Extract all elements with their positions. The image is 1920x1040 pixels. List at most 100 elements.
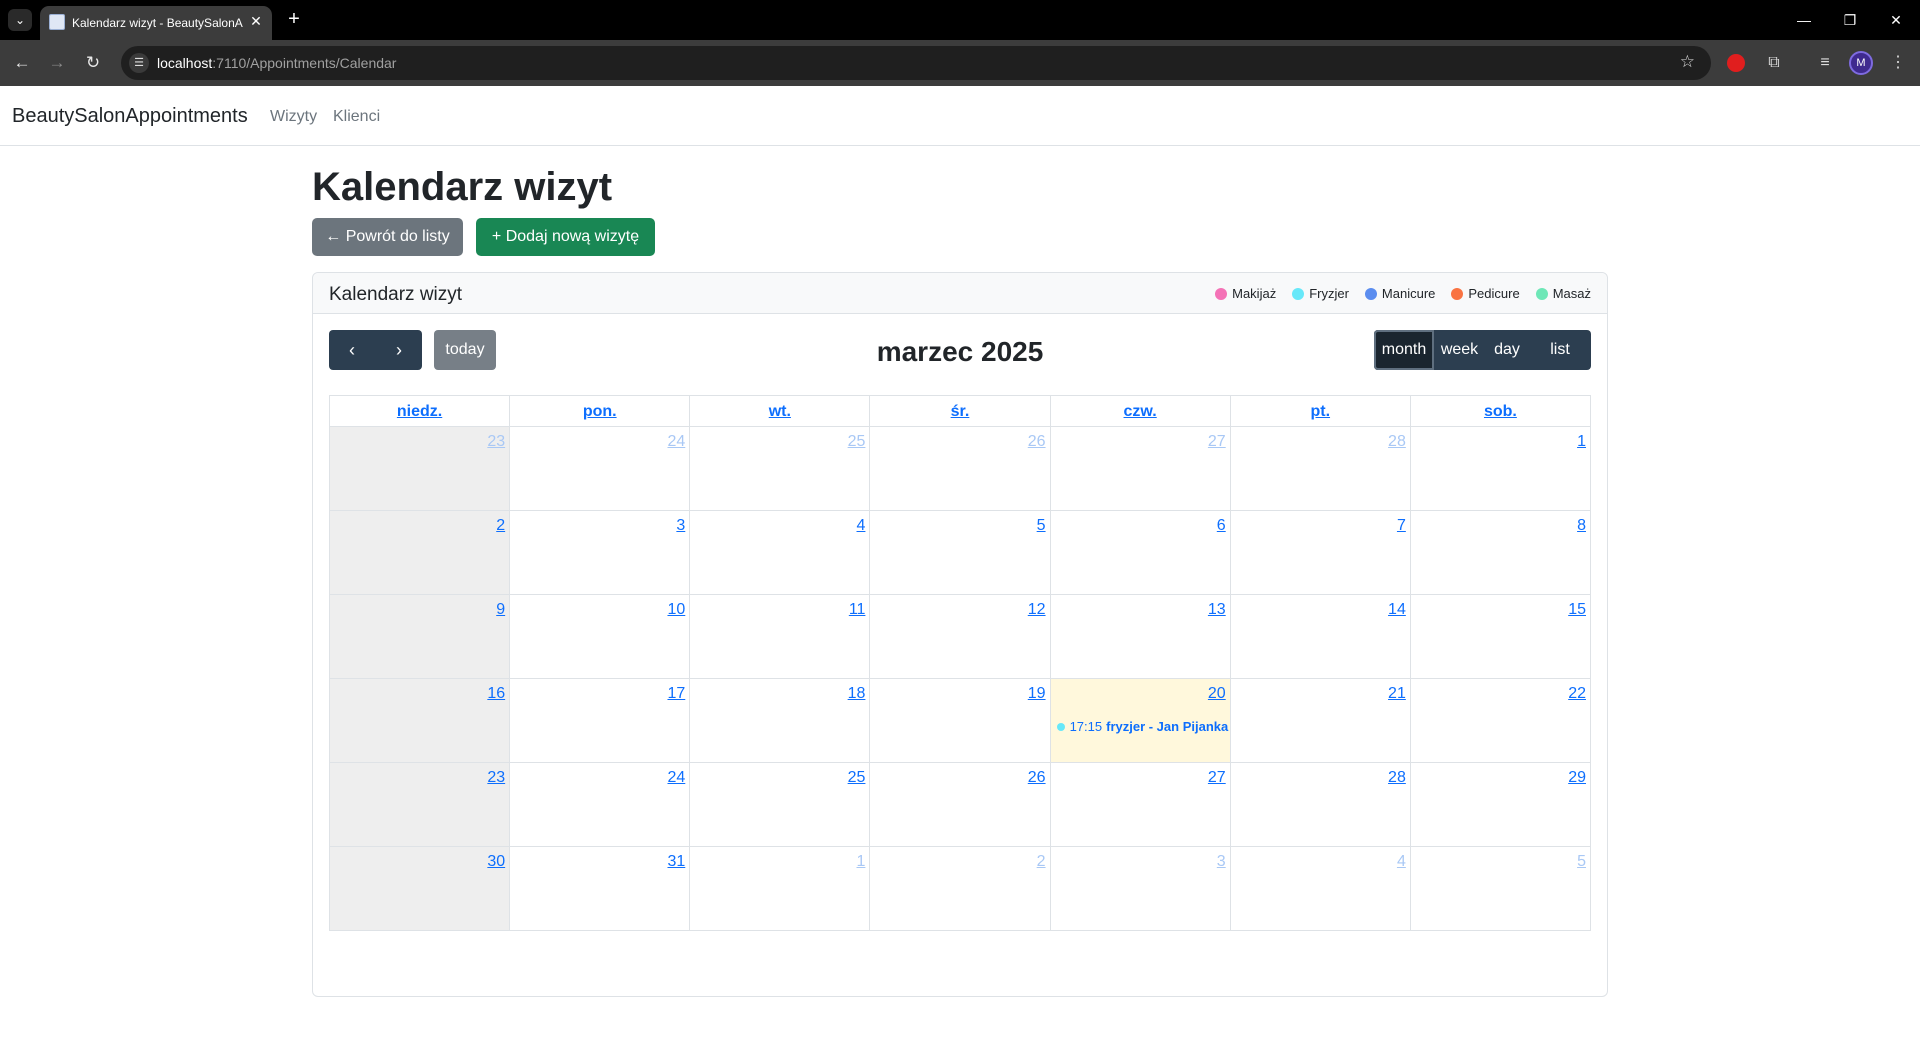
day-cell[interactable]: 16 xyxy=(330,679,511,763)
day-cell[interactable]: 23 xyxy=(330,763,511,847)
back-icon[interactable]: ← xyxy=(10,51,34,75)
day-cell[interactable]: 13 xyxy=(1050,595,1231,679)
day-number-link[interactable]: 23 xyxy=(487,769,505,787)
day-number-link[interactable]: 1 xyxy=(857,853,866,871)
day-number-link[interactable]: 3 xyxy=(1217,853,1226,871)
day-number-link[interactable]: 23 xyxy=(487,433,505,451)
day-cell[interactable]: 24 xyxy=(510,763,691,847)
media-control-icon[interactable]: ≡ xyxy=(1813,51,1837,75)
day-cell[interactable]: 28 xyxy=(1230,763,1411,847)
day-number-link[interactable]: 5 xyxy=(1037,517,1046,535)
day-number-link[interactable]: 25 xyxy=(848,433,866,451)
view-day-button[interactable]: day xyxy=(1485,330,1529,370)
day-header[interactable]: czw. xyxy=(1050,396,1231,427)
day-cell[interactable]: 4 xyxy=(1230,847,1411,931)
day-number-link[interactable]: 27 xyxy=(1208,769,1226,787)
day-header[interactable]: pon. xyxy=(510,396,691,427)
day-cell[interactable]: 22 xyxy=(1410,679,1591,763)
day-header[interactable]: pt. xyxy=(1230,396,1411,427)
day-number-link[interactable]: 30 xyxy=(487,853,505,871)
site-info-icon[interactable]: ☰ xyxy=(129,53,149,73)
nav-link-wizyty[interactable]: Wizyty xyxy=(270,108,317,126)
day-number-link[interactable]: 3 xyxy=(676,517,685,535)
day-cell[interactable]: 30 xyxy=(330,847,511,931)
day-number-link[interactable]: 14 xyxy=(1388,601,1406,619)
new-tab-icon[interactable]: + xyxy=(283,9,305,31)
day-cell[interactable]: 23 xyxy=(330,427,511,511)
day-number-link[interactable]: 12 xyxy=(1028,601,1046,619)
day-number-link[interactable]: 9 xyxy=(496,601,505,619)
day-cell[interactable]: 25 xyxy=(690,427,871,511)
nav-link-klienci[interactable]: Klienci xyxy=(333,108,380,126)
day-cell[interactable]: 31 xyxy=(510,847,691,931)
reload-icon[interactable]: ↻ xyxy=(81,51,105,75)
day-cell[interactable]: 12 xyxy=(870,595,1051,679)
day-cell[interactable]: 10 xyxy=(510,595,691,679)
day-cell[interactable]: 27 xyxy=(1050,427,1231,511)
day-cell[interactable]: 8 xyxy=(1410,511,1591,595)
day-number-link[interactable]: 28 xyxy=(1388,769,1406,787)
day-number-link[interactable]: 20 xyxy=(1208,685,1226,703)
day-number-link[interactable]: 27 xyxy=(1208,433,1226,451)
day-cell[interactable]: 1 xyxy=(1410,427,1591,511)
day-number-link[interactable]: 2 xyxy=(496,517,505,535)
day-number-link[interactable]: 22 xyxy=(1568,685,1586,703)
menu-kebab-icon[interactable]: ⋮ xyxy=(1886,51,1910,75)
day-number-link[interactable]: 6 xyxy=(1217,517,1226,535)
day-cell[interactable]: 14 xyxy=(1230,595,1411,679)
day-cell[interactable]: 27 xyxy=(1050,763,1231,847)
tab-search-icon[interactable]: ⌄ xyxy=(8,9,32,31)
day-cell[interactable]: 1 xyxy=(690,847,871,931)
day-number-link[interactable]: 17 xyxy=(667,685,685,703)
day-number-link[interactable]: 24 xyxy=(667,433,685,451)
day-number-link[interactable]: 11 xyxy=(849,601,866,619)
day-number-link[interactable]: 8 xyxy=(1577,517,1586,535)
day-cell[interactable]: 5 xyxy=(1410,847,1591,931)
day-cell[interactable]: 2 xyxy=(330,511,511,595)
day-cell[interactable]: 4 xyxy=(690,511,871,595)
day-cell[interactable]: 21 xyxy=(1230,679,1411,763)
view-week-button[interactable]: week xyxy=(1434,330,1485,370)
day-number-link[interactable]: 28 xyxy=(1388,433,1406,451)
day-cell[interactable]: 6 xyxy=(1050,511,1231,595)
day-cell[interactable]: 11 xyxy=(690,595,871,679)
browser-tab[interactable]: Kalendarz wizyt - BeautySalonA ✕ xyxy=(40,6,272,40)
day-cell[interactable]: 7 xyxy=(1230,511,1411,595)
day-number-link[interactable]: 31 xyxy=(667,853,685,871)
day-number-link[interactable]: 5 xyxy=(1577,853,1586,871)
view-list-button[interactable]: list xyxy=(1529,330,1591,370)
close-tab-icon[interactable]: ✕ xyxy=(248,13,264,29)
day-cell[interactable]: 15 xyxy=(1410,595,1591,679)
day-cell[interactable]: 3 xyxy=(1050,847,1231,931)
day-cell[interactable]: 26 xyxy=(870,763,1051,847)
day-number-link[interactable]: 4 xyxy=(857,517,866,535)
day-number-link[interactable]: 1 xyxy=(1577,433,1586,451)
day-number-link[interactable]: 7 xyxy=(1397,517,1406,535)
day-cell[interactable]: 19 xyxy=(870,679,1051,763)
day-cell[interactable]: 3 xyxy=(510,511,691,595)
day-cell[interactable]: 18 xyxy=(690,679,871,763)
day-number-link[interactable]: 21 xyxy=(1388,685,1406,703)
day-cell[interactable]: 25 xyxy=(690,763,871,847)
day-number-link[interactable]: 4 xyxy=(1397,853,1406,871)
view-month-button[interactable]: month xyxy=(1374,330,1434,370)
close-window-icon[interactable]: ✕ xyxy=(1884,8,1908,32)
day-number-link[interactable]: 10 xyxy=(667,601,685,619)
day-cell[interactable]: 5 xyxy=(870,511,1051,595)
bookmark-star-icon[interactable]: ☆ xyxy=(1680,52,1695,72)
day-number-link[interactable]: 26 xyxy=(1028,769,1046,787)
day-number-link[interactable]: 24 xyxy=(667,769,685,787)
day-cell[interactable]: 29 xyxy=(1410,763,1591,847)
day-number-link[interactable]: 29 xyxy=(1568,769,1586,787)
day-number-link[interactable]: 25 xyxy=(848,769,866,787)
calendar-event[interactable]: 17:15 fryzjer - Jan Pijanka xyxy=(1056,719,1229,734)
day-number-link[interactable]: 19 xyxy=(1028,685,1046,703)
day-number-link[interactable]: 13 xyxy=(1208,601,1226,619)
minimize-icon[interactable]: — xyxy=(1792,8,1816,32)
back-to-list-button[interactable]: ← Powrót do listy xyxy=(312,218,463,256)
day-number-link[interactable]: 15 xyxy=(1568,601,1586,619)
profile-avatar[interactable]: M xyxy=(1849,51,1873,75)
day-number-link[interactable]: 18 xyxy=(848,685,866,703)
day-header[interactable]: wt. xyxy=(690,396,871,427)
day-number-link[interactable]: 16 xyxy=(487,685,505,703)
